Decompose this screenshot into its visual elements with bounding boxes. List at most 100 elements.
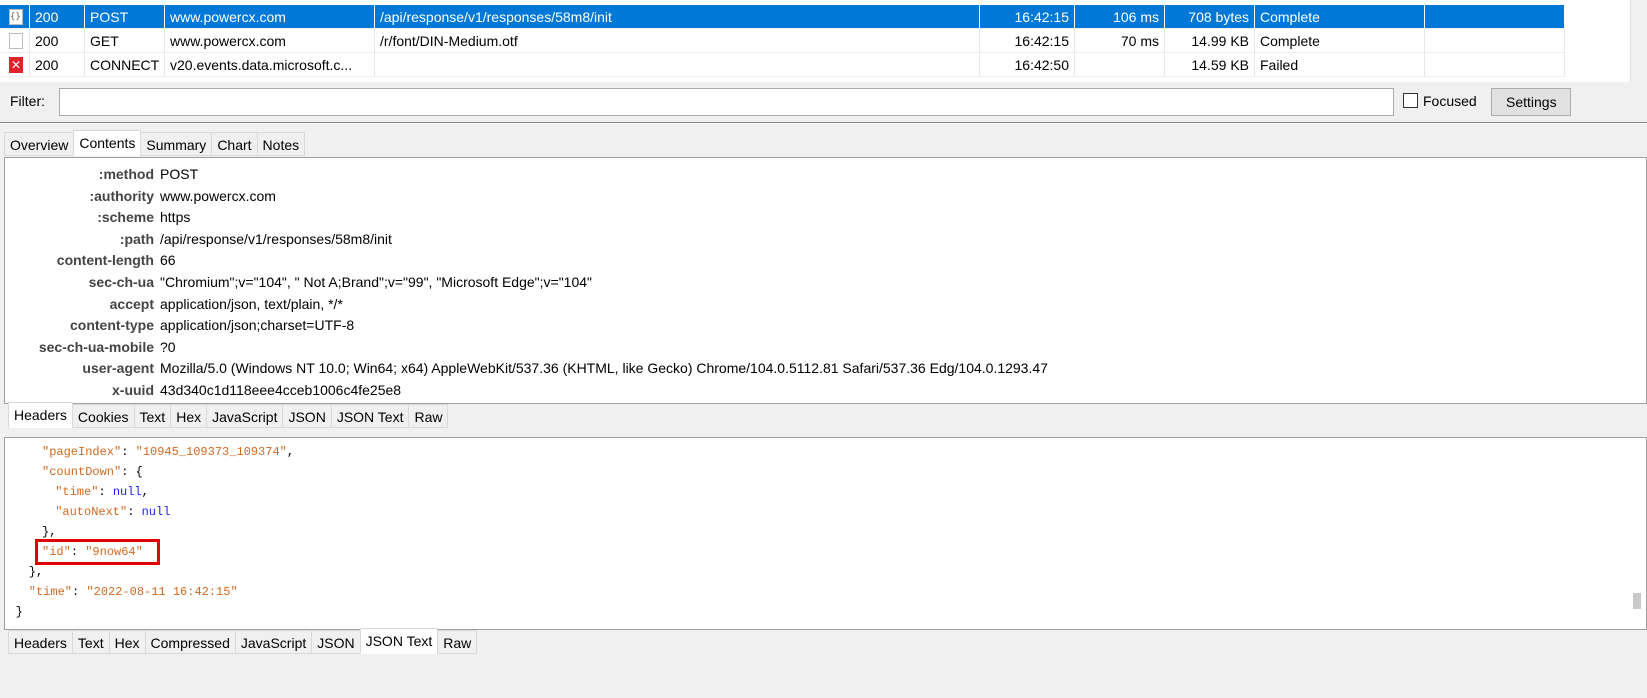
main-tabs: Overview Contents Summary Chart Notes bbox=[4, 130, 306, 156]
header-name: accept bbox=[109, 295, 154, 312]
request-tab-javascript[interactable]: JavaScript bbox=[206, 404, 284, 428]
cell-time: 16:42:15 bbox=[980, 29, 1075, 53]
cell-time: 16:42:50 bbox=[980, 53, 1075, 77]
headers-scrollbar[interactable] bbox=[1629, 158, 1646, 403]
tab-notes[interactable]: Notes bbox=[256, 132, 306, 156]
session-row[interactable]: 200 GET www.powercx.com/r/font/DIN-Medium.… bbox=[0, 29, 1565, 53]
response-tab-raw[interactable]: Raw bbox=[437, 630, 478, 654]
header-value: ?0 bbox=[160, 338, 176, 355]
header-name: content-type bbox=[70, 317, 154, 334]
tab-overview[interactable]: Overview bbox=[4, 132, 75, 156]
header-row: :scheme https bbox=[5, 207, 1625, 228]
json-line: "countDown": { bbox=[42, 462, 143, 482]
focused-label: Focused bbox=[1423, 93, 1477, 109]
cell-size: 708 bytes bbox=[1165, 5, 1255, 29]
request-tabs: Headers Cookies Text Hex JavaScript JSON JSON … bbox=[8, 402, 449, 428]
json-file-icon: {} bbox=[0, 5, 30, 29]
header-row: x-uuid 43d340c1d118eee4cceb1006c4fe25e8 bbox=[5, 380, 1625, 401]
error-icon: ✕ bbox=[0, 53, 30, 77]
cell-size: 14.59 KB bbox=[1165, 53, 1255, 77]
header-row: sec-ch-ua "Chromium";v="104", " Not A;Bra… bbox=[5, 272, 1625, 293]
sessions-scrollbar[interactable] bbox=[1630, 0, 1647, 82]
cell-host: www.powercx.com bbox=[165, 5, 375, 29]
tab-chart[interactable]: Chart bbox=[211, 132, 258, 156]
json-line-highlighted: "id": "9now64" bbox=[35, 539, 160, 565]
header-row: content-length 66 bbox=[5, 250, 1625, 271]
json-token-punct: } bbox=[15, 605, 23, 619]
cell-host: v20.events.data.microsoft.c... bbox=[165, 53, 375, 77]
header-name: :scheme bbox=[97, 209, 154, 226]
cell-extra bbox=[1425, 53, 1565, 77]
json-token-punct: }, bbox=[28, 565, 44, 579]
header-value: /api/response/v1/responses/58m8/init bbox=[160, 230, 392, 247]
session-row[interactable]: ✕ 200 CONNECT v20.events.data.microsoft.c..… bbox=[0, 53, 1565, 77]
json-token-key: "time" bbox=[55, 485, 99, 499]
cell-extra bbox=[1425, 29, 1565, 53]
header-value: https bbox=[160, 209, 191, 226]
blank-file-icon bbox=[0, 29, 30, 53]
cell-method: POST bbox=[85, 5, 165, 29]
json-token-key: "time" bbox=[28, 585, 73, 599]
filter-input[interactable] bbox=[59, 88, 1394, 116]
header-value: POST bbox=[160, 166, 199, 182]
json-token-punct: : { bbox=[121, 465, 143, 479]
json-token-punct: }, bbox=[42, 525, 57, 539]
header-row: :authority www.powercx.com bbox=[5, 186, 1625, 207]
header-row: user-agent Mozilla/5.0 (Windows NT 10.0; … bbox=[5, 358, 1625, 379]
cell-duration bbox=[1075, 53, 1165, 77]
filter-bar: Filter: Focused Settings bbox=[0, 84, 1647, 120]
cell-duration: 106 ms bbox=[1075, 5, 1165, 29]
scrollbar-thumb[interactable] bbox=[1633, 593, 1641, 609]
response-tab-headers[interactable]: Headers bbox=[8, 630, 73, 654]
response-tab-compressed[interactable]: Compressed bbox=[144, 630, 236, 654]
focused-checkbox[interactable] bbox=[1403, 93, 1418, 108]
tab-summary[interactable]: Summary bbox=[140, 132, 213, 156]
request-tab-cookies[interactable]: Cookies bbox=[71, 404, 135, 428]
request-tab-json-text[interactable]: JSON Text bbox=[330, 404, 410, 428]
header-name: sec-ch-ua bbox=[88, 274, 154, 290]
json-line: } bbox=[16, 602, 23, 622]
request-tab-headers[interactable]: Headers bbox=[8, 402, 73, 428]
cell-method: GET bbox=[85, 29, 165, 53]
cell-method: CONNECT bbox=[85, 53, 165, 77]
response-tab-javascript[interactable]: JavaScript bbox=[234, 630, 313, 654]
json-token-punct: : bbox=[70, 545, 86, 559]
json-token-punct: : bbox=[98, 485, 113, 499]
request-tab-text[interactable]: Text bbox=[133, 404, 172, 428]
tab-contents[interactable]: Contents bbox=[73, 130, 142, 156]
json-line: "time": "2022-08-11 16:42:15" bbox=[29, 582, 238, 602]
response-tab-text[interactable]: Text bbox=[71, 630, 110, 654]
json-line: "pageIndex": "10945_109373_109374", bbox=[42, 442, 294, 462]
request-tab-json[interactable]: JSON bbox=[282, 404, 332, 428]
header-value: www.powercx.com bbox=[160, 187, 276, 204]
splitter[interactable] bbox=[0, 122, 1647, 124]
header-name: :method bbox=[98, 166, 154, 182]
header-row: sec-ch-ua-mobile ?0 bbox=[5, 337, 1625, 358]
cell-url: /api/response/v1/responses/58m8/init bbox=[375, 5, 980, 29]
json-token-punct: , bbox=[286, 445, 295, 459]
header-value: 43d340c1d118eee4cceb1006c4fe25e8 bbox=[160, 382, 402, 398]
filter-label: Filter: bbox=[10, 93, 45, 109]
cell-result: 200 bbox=[30, 5, 85, 29]
session-row[interactable]: {} 200 POST www.powercx.com/api/response/v1… bbox=[0, 5, 1565, 29]
json-scrollbar[interactable] bbox=[1629, 438, 1646, 629]
header-row: :method POST bbox=[5, 164, 1625, 185]
json-token-null: null bbox=[141, 505, 171, 519]
cell-size: 14.99 KB bbox=[1165, 29, 1255, 53]
response-tab-json[interactable]: JSON bbox=[311, 630, 361, 654]
header-name: user-agent bbox=[82, 360, 154, 377]
header-value: 66 bbox=[160, 252, 176, 269]
request-tab-hex[interactable]: Hex bbox=[170, 404, 208, 428]
request-tab-raw[interactable]: Raw bbox=[408, 404, 449, 428]
response-tab-hex[interactable]: Hex bbox=[108, 630, 146, 654]
response-tab-json-text[interactable]: JSON Text bbox=[359, 628, 439, 654]
settings-button[interactable]: Settings bbox=[1491, 88, 1571, 116]
cell-status: Failed bbox=[1255, 53, 1425, 77]
json-token-key: "autoNext" bbox=[55, 505, 128, 519]
json-line: }, bbox=[29, 562, 43, 582]
cell-url: /r/font/DIN-Medium.otf bbox=[375, 29, 980, 53]
header-value: application/json, text/plain, */* bbox=[160, 295, 343, 312]
cell-url bbox=[375, 53, 980, 77]
cell-result: 200 bbox=[30, 29, 85, 53]
header-name: content-length bbox=[56, 252, 154, 269]
